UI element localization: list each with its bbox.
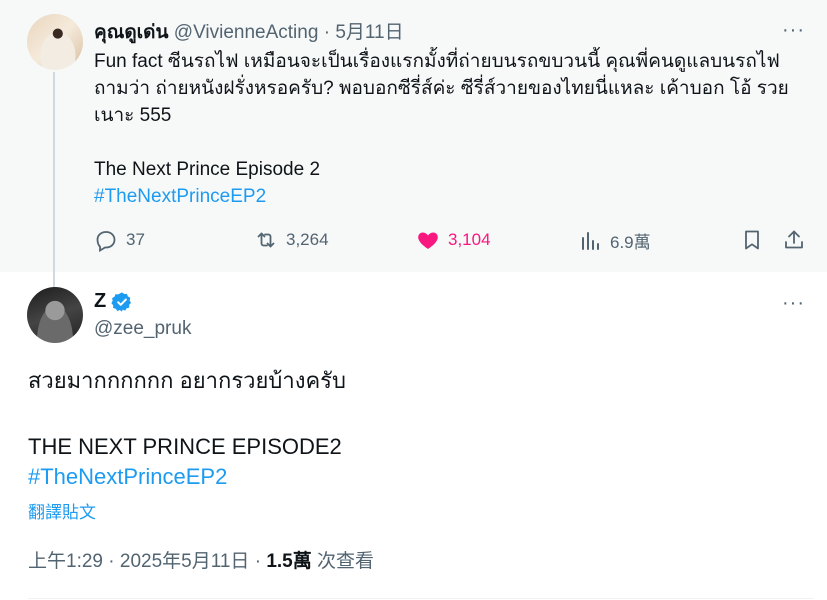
bookmark-button[interactable] [740,228,764,252]
share-icon [785,230,803,249]
views-count[interactable]: 1.5萬 [266,551,311,572]
retweet-button[interactable]: 3,264 [254,228,329,252]
display-name[interactable]: Z [94,290,106,313]
tweet-actions: 37 3,264 3,104 6.9萬 [94,228,810,256]
divider [28,598,814,599]
parent-tweet-header: คุณดูเด่น @VivienneActing · 5月11日 [94,17,404,47]
translate-post-link[interactable]: 翻譯貼文 [28,498,96,523]
tweet-date[interactable]: 2025年5月11日 [120,551,250,572]
hashtag-link[interactable]: #TheNextPrinceEP2 [28,462,808,492]
tweet-meta: 上午1:29 · 2025年5月11日 · 1.5萬 次查看 [28,546,374,573]
heart-icon [418,232,438,249]
tweet-text-line: Fun fact ซีนรถไฟ เหมือนจะเป็นเรื่องแรกมั… [94,51,780,72]
handle[interactable]: @VivienneActing [174,22,319,43]
tweet-date[interactable]: 5月11日 [335,22,403,43]
parent-tweet[interactable]: คุณดูเด่น @VivienneActing · 5月11日 ··· Fu… [0,0,827,272]
tweet-text-line: สวยมากกกกกก อยากรวยบ้างครับ [28,368,346,393]
tweet-text-line: THE NEXT PRINCE EPISODE2 [28,434,342,459]
avatar[interactable] [27,287,83,343]
separator: · [254,551,262,572]
reply-count: 37 [126,230,145,249]
views-label: 次查看 [317,551,375,572]
hashtag-link[interactable]: #TheNextPrinceEP2 [94,183,814,210]
views-count: 6.9萬 [610,233,651,252]
like-button[interactable]: 3,104 [416,228,491,252]
separator: · [323,22,331,43]
main-tweet-name-row: Z [94,290,133,313]
like-count: 3,104 [448,230,491,249]
tweet-text-line: เนาะ 555 [94,105,172,126]
more-icon[interactable]: ··· [782,20,805,40]
views-icon [582,231,599,250]
retweet-icon [257,232,275,248]
tweet-text: สวยมากกกกกก อยากรวยบ้างครับ THE NEXT PRI… [28,366,808,492]
tweet-text: Fun fact ซีนรถไฟ เหมือนจะเป็นเรื่องแรกมั… [94,48,814,210]
more-icon[interactable]: ··· [782,293,805,313]
avatar[interactable] [27,14,83,70]
tweet-text-line: ถามว่า ถ่ายหนังฝรั่งหรอครับ? พอบอกซีรี่ส… [94,78,789,99]
thread-connector-line [53,72,55,292]
separator: · [108,551,115,572]
verified-badge-icon[interactable] [111,291,133,313]
reply-button[interactable]: 37 [94,228,145,252]
handle[interactable]: @zee_pruk [94,318,191,340]
tweet-title-line: The Next Prince Episode 2 [94,159,321,180]
tweet-time[interactable]: 上午1:29 [28,551,103,572]
reply-icon [96,231,116,252]
retweet-count: 3,264 [286,230,329,249]
share-button[interactable] [782,228,806,252]
display-name[interactable]: คุณดูเด่น [94,22,169,43]
views-button[interactable]: 6.9萬 [578,228,651,253]
bookmark-icon [745,230,759,250]
